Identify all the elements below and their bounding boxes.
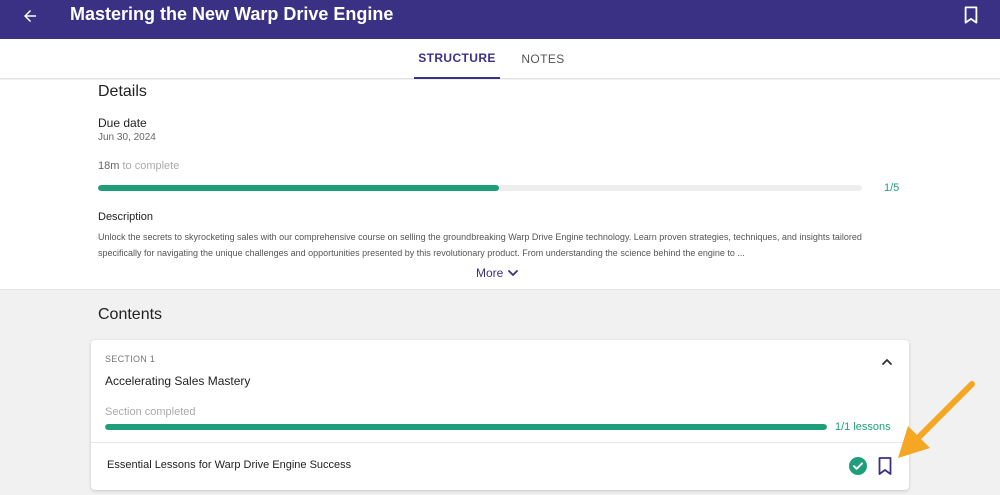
bookmark-button[interactable] (960, 4, 982, 26)
course-progress-bar (98, 185, 862, 191)
more-button[interactable]: More (476, 266, 519, 280)
section-title: Accelerating Sales Mastery (105, 374, 251, 388)
course-progress-count: 1/5 (884, 182, 900, 194)
chevron-up-icon (882, 359, 892, 365)
section-progress-fill (105, 424, 827, 430)
section-label: SECTION 1 (105, 354, 156, 364)
bookmark-outline-icon (964, 6, 978, 24)
arrow-left-icon (24, 10, 36, 22)
app: Mastering the New Warp Drive Engine STRU… (0, 0, 1000, 495)
page-title: Mastering the New Warp Drive Engine (70, 4, 394, 24)
check-circle-icon (849, 457, 867, 475)
annotation-arrow-icon (898, 381, 975, 458)
due-date-value: Jun 30, 2024 (98, 132, 156, 143)
lesson-item[interactable]: Essential Lessons for Warp Drive Engine … (91, 443, 909, 489)
section-progress-bar (105, 424, 827, 430)
description-text: Unlock the secrets to skyrocketing sales… (98, 232, 862, 258)
lesson-title: Essential Lessons for Warp Drive Engine … (107, 459, 352, 471)
tab-structure[interactable]: STRUCTURE (414, 39, 500, 79)
back-button[interactable] (18, 4, 42, 28)
course-progress-fill (98, 185, 500, 191)
more-label: More (476, 266, 504, 280)
time-suffix: to complete (122, 160, 180, 172)
top-app-bar: Mastering the New Warp Drive Engine (0, 0, 1000, 39)
details-heading: Details (98, 83, 147, 100)
time-value: 18m (98, 160, 120, 172)
details-panel: Details Due date Jun 30, 2024 18m to com… (0, 80, 1000, 290)
due-date-label: Due date (98, 116, 147, 130)
section-progress-count: 1/1 lessons (835, 421, 891, 433)
collapse-section-button[interactable] (879, 354, 895, 370)
section-status: Section completed (105, 406, 196, 418)
chevron-down-icon (508, 270, 519, 276)
description-label: Description (98, 211, 154, 223)
contents-heading: Contents (98, 306, 163, 323)
tab-notes[interactable]: NOTES (515, 39, 571, 79)
section-card: SECTION 1 Accelerating Sales Mastery Sec… (91, 340, 909, 490)
time-to-complete: 18m to complete (98, 160, 179, 172)
tab-bar: STRUCTURE NOTES (0, 39, 1000, 79)
